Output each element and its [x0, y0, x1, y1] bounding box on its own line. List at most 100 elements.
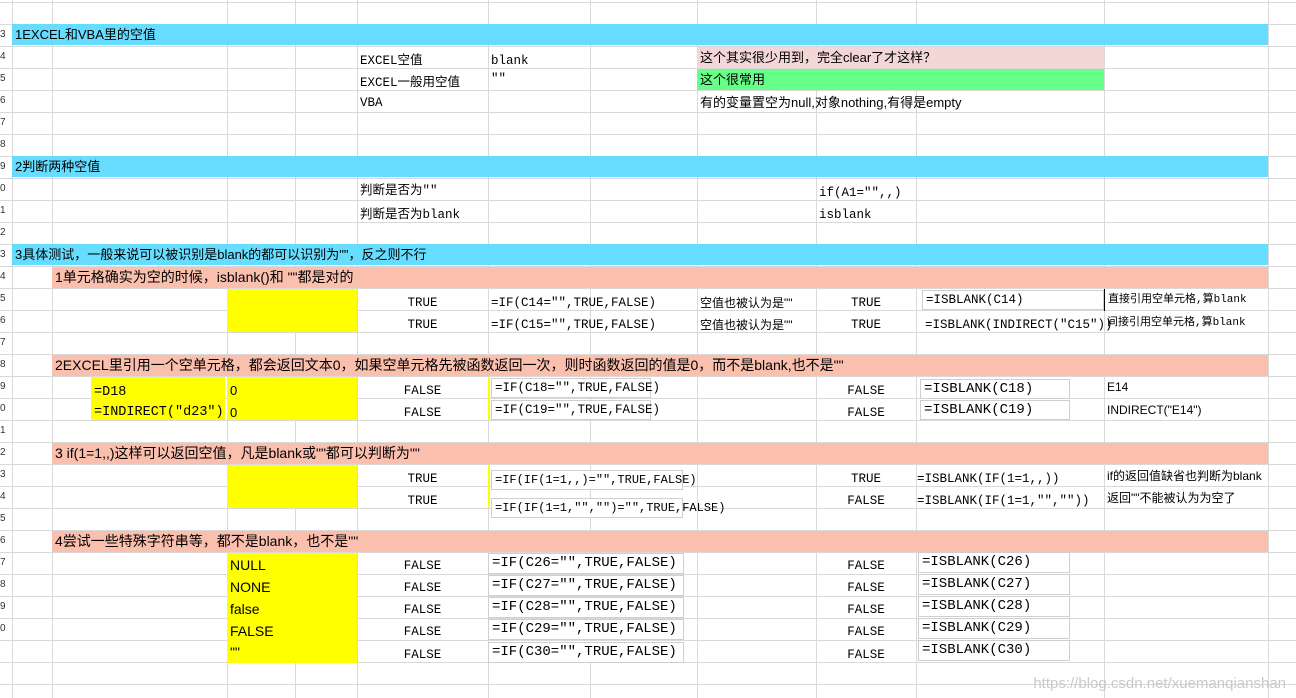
- row-number[interactable]: 3: [0, 464, 10, 486]
- comment-cell[interactable]: 返回""不能被认为为空了: [1104, 487, 1236, 509]
- row-number[interactable]: 9: [0, 596, 10, 618]
- note-cell[interactable]: 空值也被认为是"": [697, 314, 793, 336]
- formula-cell[interactable]: =ISBLANK(C27): [918, 574, 1070, 595]
- formula-cell[interactable]: =ISBLANK(IF(1=1,"","")): [914, 490, 1090, 512]
- row-number[interactable]: 7: [0, 332, 10, 354]
- input-cell[interactable]: NULL: [227, 554, 266, 576]
- result-cell[interactable]: TRUE: [816, 468, 916, 490]
- input-formula-cell[interactable]: =D18: [91, 382, 126, 404]
- row-number[interactable]: 7: [0, 112, 10, 134]
- result-cell[interactable]: TRUE: [357, 292, 488, 314]
- row-number[interactable]: 9: [0, 376, 10, 398]
- note-cell-pink[interactable]: 这个其实很少用到，完全clear了才这样？: [697, 47, 1104, 68]
- row-number[interactable]: 4: [0, 266, 10, 288]
- formula-cell[interactable]: =IF(C26="",TRUE,FALSE): [488, 553, 684, 574]
- input-cell[interactable]: FALSE: [227, 620, 274, 642]
- cell-value[interactable]: "": [488, 68, 506, 90]
- formula-cell[interactable]: =IF(C29="",TRUE,FALSE): [488, 619, 684, 640]
- row-number[interactable]: 1: [0, 420, 10, 442]
- section-header-tests[interactable]: 3具体测试，一般来说可以被识别是blank的都可以识别为""，反之则不行: [12, 244, 1268, 265]
- input-value-cell[interactable]: 0: [227, 380, 237, 402]
- row-number[interactable]: 3: [0, 24, 10, 46]
- note-cell[interactable]: 有的变量置空为null,对象nothing,有得是empty: [697, 92, 962, 114]
- row-number[interactable]: 6: [0, 530, 10, 552]
- row-number[interactable]: 5: [0, 508, 10, 530]
- row-number[interactable]: 4: [0, 46, 10, 68]
- formula-cell[interactable]: =IF(IF(1=1,"","")="",TRUE,FALSE): [491, 498, 725, 518]
- row-number[interactable]: 1: [0, 200, 10, 222]
- cell-value[interactable]: isblank: [816, 204, 872, 226]
- result-cell[interactable]: TRUE: [816, 292, 916, 314]
- formula-cell[interactable]: =ISBLANK(C26): [918, 552, 1070, 573]
- row-number[interactable]: 8: [0, 354, 10, 376]
- section-header-excel-vba-empty[interactable]: 1EXCEL和VBA里的空值: [12, 24, 1268, 45]
- result-cell[interactable]: FALSE: [816, 644, 916, 666]
- row-number[interactable]: 5: [0, 288, 10, 310]
- result-cell[interactable]: TRUE: [357, 468, 488, 490]
- cell-value[interactable]: if(A1="",,): [816, 182, 902, 204]
- result-cell[interactable]: FALSE: [357, 577, 488, 599]
- cell-label[interactable]: 判断是否为"": [357, 180, 438, 202]
- row-number[interactable]: 6: [0, 90, 10, 112]
- section-header-two-empty-checks[interactable]: 2判断两种空值: [12, 156, 1268, 177]
- formula-cell[interactable]: =ISBLANK(C29): [918, 618, 1070, 639]
- result-cell[interactable]: FALSE: [357, 599, 488, 621]
- cell-label[interactable]: EXCEL一般用空值: [357, 72, 460, 94]
- cell-label[interactable]: VBA: [357, 92, 383, 114]
- formula-cell[interactable]: =IF(IF(1=1,,)="",TRUE,FALSE): [491, 470, 697, 490]
- cell-label[interactable]: EXCEL空值: [357, 50, 423, 72]
- result-cell[interactable]: TRUE: [357, 490, 488, 512]
- formula-cell[interactable]: =ISBLANK(C30): [918, 640, 1070, 661]
- formula-cell[interactable]: =IF(C18="",TRUE,FALSE): [491, 378, 660, 398]
- input-cell[interactable]: false: [227, 598, 260, 620]
- formula-cell[interactable]: =IF(C15="",TRUE,FALSE): [488, 314, 656, 336]
- result-cell[interactable]: FALSE: [357, 621, 488, 643]
- note-cell-green[interactable]: 这个很常用: [697, 69, 1104, 90]
- formula-cell[interactable]: =IF(C28="",TRUE,FALSE): [488, 597, 684, 618]
- formula-cell[interactable]: =ISBLANK(IF(1=1,,)): [914, 468, 1060, 490]
- comment-cell[interactable]: 间接引用空单元格,算blank: [1104, 312, 1246, 334]
- result-cell[interactable]: FALSE: [357, 380, 488, 402]
- subsection-header-reference-empty[interactable]: 2EXCEL里引用一个空单元格，都会返回文本0，如果空单元格先被函数返回一次，则…: [52, 355, 1268, 376]
- comment-cell[interactable]: E14: [1104, 376, 1128, 398]
- row-number[interactable]: 0: [0, 618, 10, 640]
- result-cell[interactable]: FALSE: [357, 644, 488, 666]
- result-cell[interactable]: FALSE: [816, 599, 916, 621]
- result-cell[interactable]: FALSE: [816, 402, 916, 424]
- input-formula-cell[interactable]: =INDIRECT("d23"): [91, 402, 224, 424]
- result-cell[interactable]: FALSE: [357, 402, 488, 424]
- row-number[interactable]: 6: [0, 310, 10, 332]
- comment-cell[interactable]: 直接引用空单元格,算blank: [1104, 289, 1247, 311]
- formula-cell[interactable]: =ISBLANK(C14): [922, 290, 1104, 310]
- row-number[interactable]: 0: [0, 178, 10, 200]
- formula-cell[interactable]: =ISBLANK(INDIRECT("C15")): [922, 314, 1113, 336]
- highlight-value-cells[interactable]: [227, 377, 357, 420]
- row-number[interactable]: 8: [0, 574, 10, 596]
- row-number[interactable]: 0: [0, 398, 10, 420]
- formula-cell[interactable]: =IF(C14="",TRUE,FALSE): [488, 292, 656, 314]
- row-number[interactable]: 2: [0, 222, 10, 244]
- note-cell[interactable]: 空值也被认为是"": [697, 292, 793, 314]
- comment-cell[interactable]: INDIRECT("E14"): [1104, 399, 1202, 421]
- result-cell[interactable]: TRUE: [816, 314, 916, 336]
- subsection-header-if-empty[interactable]: 3 if(1=1,,)这样可以返回空值，凡是blank或""都可以判断为"": [52, 443, 1268, 464]
- result-cell[interactable]: FALSE: [816, 490, 916, 512]
- result-cell[interactable]: FALSE: [357, 555, 488, 577]
- row-number[interactable]: 2: [0, 442, 10, 464]
- comment-cell[interactable]: if的返回值缺省也判断为blank: [1104, 465, 1262, 487]
- subsection-header-special-strings[interactable]: 4尝试一些特殊字符串等，都不是blank，也不是"": [52, 531, 1268, 552]
- input-cell[interactable]: NONE: [227, 576, 270, 598]
- row-number[interactable]: 8: [0, 134, 10, 156]
- formula-cell[interactable]: =IF(C27="",TRUE,FALSE): [488, 575, 684, 596]
- row-number[interactable]: 3: [0, 244, 10, 266]
- highlight-empty-cells[interactable]: [227, 289, 357, 332]
- result-cell[interactable]: FALSE: [816, 380, 916, 402]
- formula-cell[interactable]: =IF(C19="",TRUE,FALSE): [491, 400, 660, 420]
- input-value-cell[interactable]: 0: [227, 402, 237, 424]
- result-cell[interactable]: FALSE: [816, 577, 916, 599]
- formula-cell[interactable]: =ISBLANK(C19): [920, 400, 1070, 420]
- highlight-empty-cells[interactable]: [227, 465, 357, 508]
- cell-label[interactable]: 判断是否为blank: [357, 204, 460, 226]
- row-number[interactable]: 7: [0, 552, 10, 574]
- row-number[interactable]: 9: [0, 156, 10, 178]
